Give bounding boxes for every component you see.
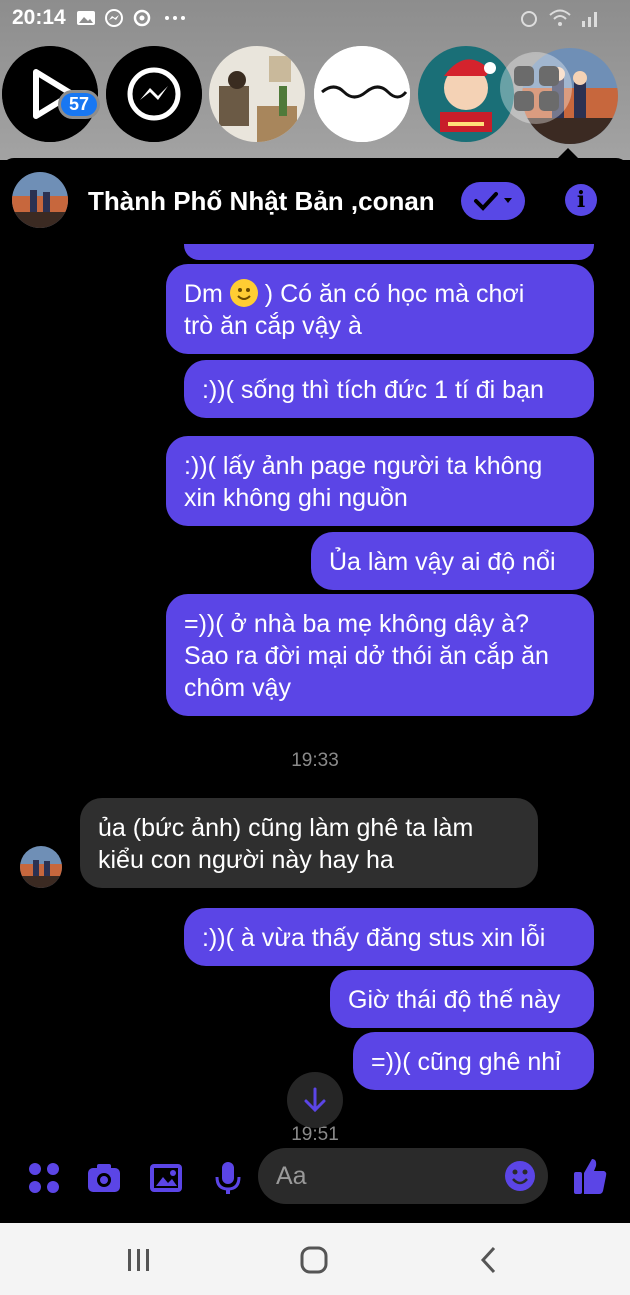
brand-logo-avatar xyxy=(314,46,410,142)
recent-apps-icon[interactable] xyxy=(124,1245,154,1275)
message-bubble: Giờ thái độ thế này xyxy=(330,970,594,1028)
like-icon[interactable] xyxy=(572,1156,608,1196)
chevron-down-icon xyxy=(504,198,512,203)
message-bubble: :))( à vừa thấy đăng stus xin lỗi xyxy=(184,908,594,966)
apps-icon[interactable] xyxy=(26,1160,62,1196)
status-bar: 20:14 xyxy=(0,0,630,36)
alarm-icon xyxy=(521,11,537,27)
app-switcher-bubble[interactable] xyxy=(500,52,572,124)
sync-notification-icon xyxy=(133,9,150,27)
info-icon[interactable]: i xyxy=(565,184,597,216)
status-time: 20:14 xyxy=(12,6,66,29)
scroll-to-bottom-button[interactable] xyxy=(287,1072,343,1128)
message-bubble-clipped xyxy=(184,244,594,260)
message-bubble: :))( sống thì tích đức 1 tí đi bạn xyxy=(184,360,594,418)
unread-badge: 57 xyxy=(58,90,101,119)
smile-emoji-icon xyxy=(229,279,258,307)
conversation-title[interactable]: Thành Phố Nhật Bản ,conan xyxy=(88,186,435,217)
timestamp: 19:33 xyxy=(291,750,339,771)
emoji-icon[interactable] xyxy=(504,1160,536,1192)
chat-panel: Thành Phố Nhật Bản ,conan i Dm ) Có ăn c… xyxy=(0,158,630,1223)
message-bubble: =))( ở nhà ba mẹ không dậy à? Sao ra đời… xyxy=(166,594,594,716)
check-icon xyxy=(474,192,498,211)
status-right-icons xyxy=(518,8,600,28)
contact-chat-head-cafe[interactable] xyxy=(209,46,305,142)
chat-header: Thành Phố Nhật Bản ,conan i xyxy=(0,158,630,244)
messenger-notification-icon xyxy=(104,9,123,27)
contact-chat-head-logo[interactable] xyxy=(314,46,410,142)
gallery-icon[interactable] xyxy=(148,1160,184,1196)
conversation-status-dropdown[interactable] xyxy=(461,182,525,220)
gallery-notification-icon xyxy=(76,11,95,25)
sender-avatar[interactable] xyxy=(20,846,62,888)
wifi-icon xyxy=(549,9,571,26)
cafe-photo-avatar xyxy=(209,46,305,142)
home-icon[interactable] xyxy=(299,1245,329,1275)
messenger-chat-head[interactable] xyxy=(106,46,202,142)
back-icon[interactable] xyxy=(474,1245,504,1275)
message-list: Dm ) Có ăn có học mà chơi trò ăn cắp vậy… xyxy=(0,244,630,1144)
message-bubble: Ủa làm vậy ai độ nổi xyxy=(311,532,594,590)
conversation-avatar[interactable] xyxy=(12,172,68,228)
message-bubble: =))( cũng ghê nhỉ xyxy=(353,1032,594,1090)
system-navigation-bar xyxy=(0,1223,630,1295)
camera-icon[interactable] xyxy=(86,1160,122,1196)
message-input[interactable]: Aa xyxy=(258,1148,548,1204)
microphone-icon[interactable] xyxy=(210,1160,246,1196)
message-bubble: :))( lấy ảnh page người ta không xin khô… xyxy=(166,436,594,526)
message-bubble: Dm ) Có ăn có học mà chơi trò ăn cắp vậy… xyxy=(166,264,594,354)
messenger-icon xyxy=(106,46,202,142)
message-composer: Aa xyxy=(0,1148,630,1218)
incoming-message-bubble: ủa (bức ảnh) cũng làm ghê ta làm kiểu co… xyxy=(80,798,538,888)
more-notifications-icon xyxy=(164,16,185,20)
arrow-down-icon xyxy=(304,1087,326,1113)
chat-heads-bar: 57 xyxy=(0,46,630,146)
signal-icon xyxy=(582,12,597,27)
